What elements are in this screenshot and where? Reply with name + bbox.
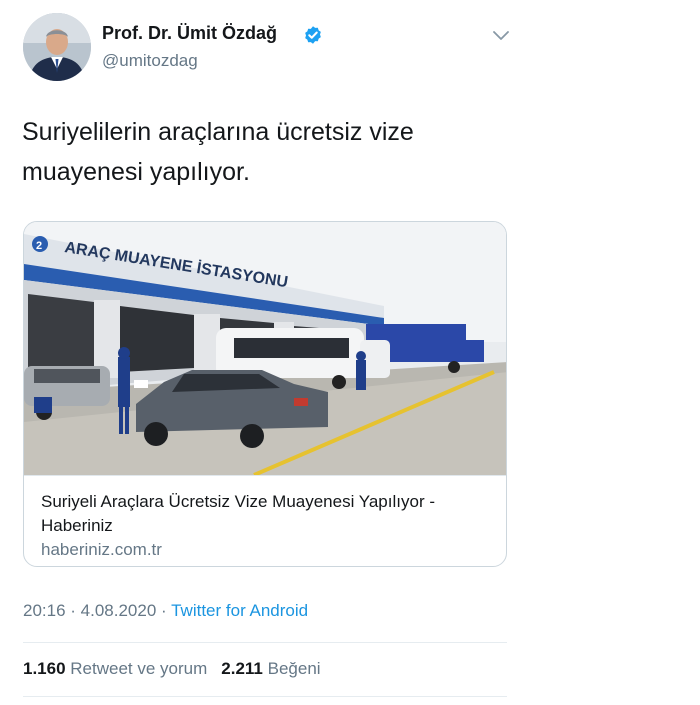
card-domain: haberiniz.com.tr	[41, 540, 162, 559]
author-handle[interactable]: @umitozdag	[102, 51, 198, 71]
tweet-source-link[interactable]: Twitter for Android	[171, 601, 308, 620]
likes-count[interactable]: 2.211	[221, 659, 263, 678]
divider	[23, 642, 507, 643]
card-image[interactable]: ARAÇ MUAYENE İSTASYONU 2	[24, 222, 506, 475]
meta-separator: ·	[65, 601, 81, 620]
retweets-label[interactable]: Retweet ve yorum	[70, 659, 207, 678]
link-card[interactable]: ARAÇ MUAYENE İSTASYONU 2 Suriyeli Araçla…	[23, 221, 507, 567]
author-name[interactable]: Prof. Dr. Ümit Özdağ	[102, 23, 277, 44]
tweet-time[interactable]: 20:16	[23, 601, 66, 620]
chevron-down-icon[interactable]	[492, 29, 510, 43]
card-title[interactable]: Suriyeli Araçlara Ücretsiz Vize Muayenes…	[41, 490, 481, 538]
tweet-stats: 1.160 Retweet ve yorum 2.211 Beğeni	[23, 659, 321, 679]
tweet: Prof. Dr. Ümit Özdağ @umitozdag Suriyeli…	[0, 0, 700, 705]
tweet-date[interactable]: 4.08.2020	[81, 601, 157, 620]
bay-number-text: 2	[36, 240, 42, 252]
verified-badge-icon	[305, 26, 321, 44]
tweet-meta: 20:16 · 4.08.2020 · Twitter for Android	[23, 601, 308, 621]
meta-separator: ·	[156, 601, 172, 620]
divider	[23, 696, 507, 697]
avatar[interactable]	[23, 13, 91, 81]
card-body[interactable]: Suriyeli Araçlara Ücretsiz Vize Muayenes…	[24, 475, 506, 566]
tweet-text: Suriyelilerin araçlarına ücretsiz vize m…	[22, 118, 414, 186]
retweets-count[interactable]: 1.160	[23, 659, 66, 678]
likes-label[interactable]: Beğeni	[268, 659, 321, 678]
